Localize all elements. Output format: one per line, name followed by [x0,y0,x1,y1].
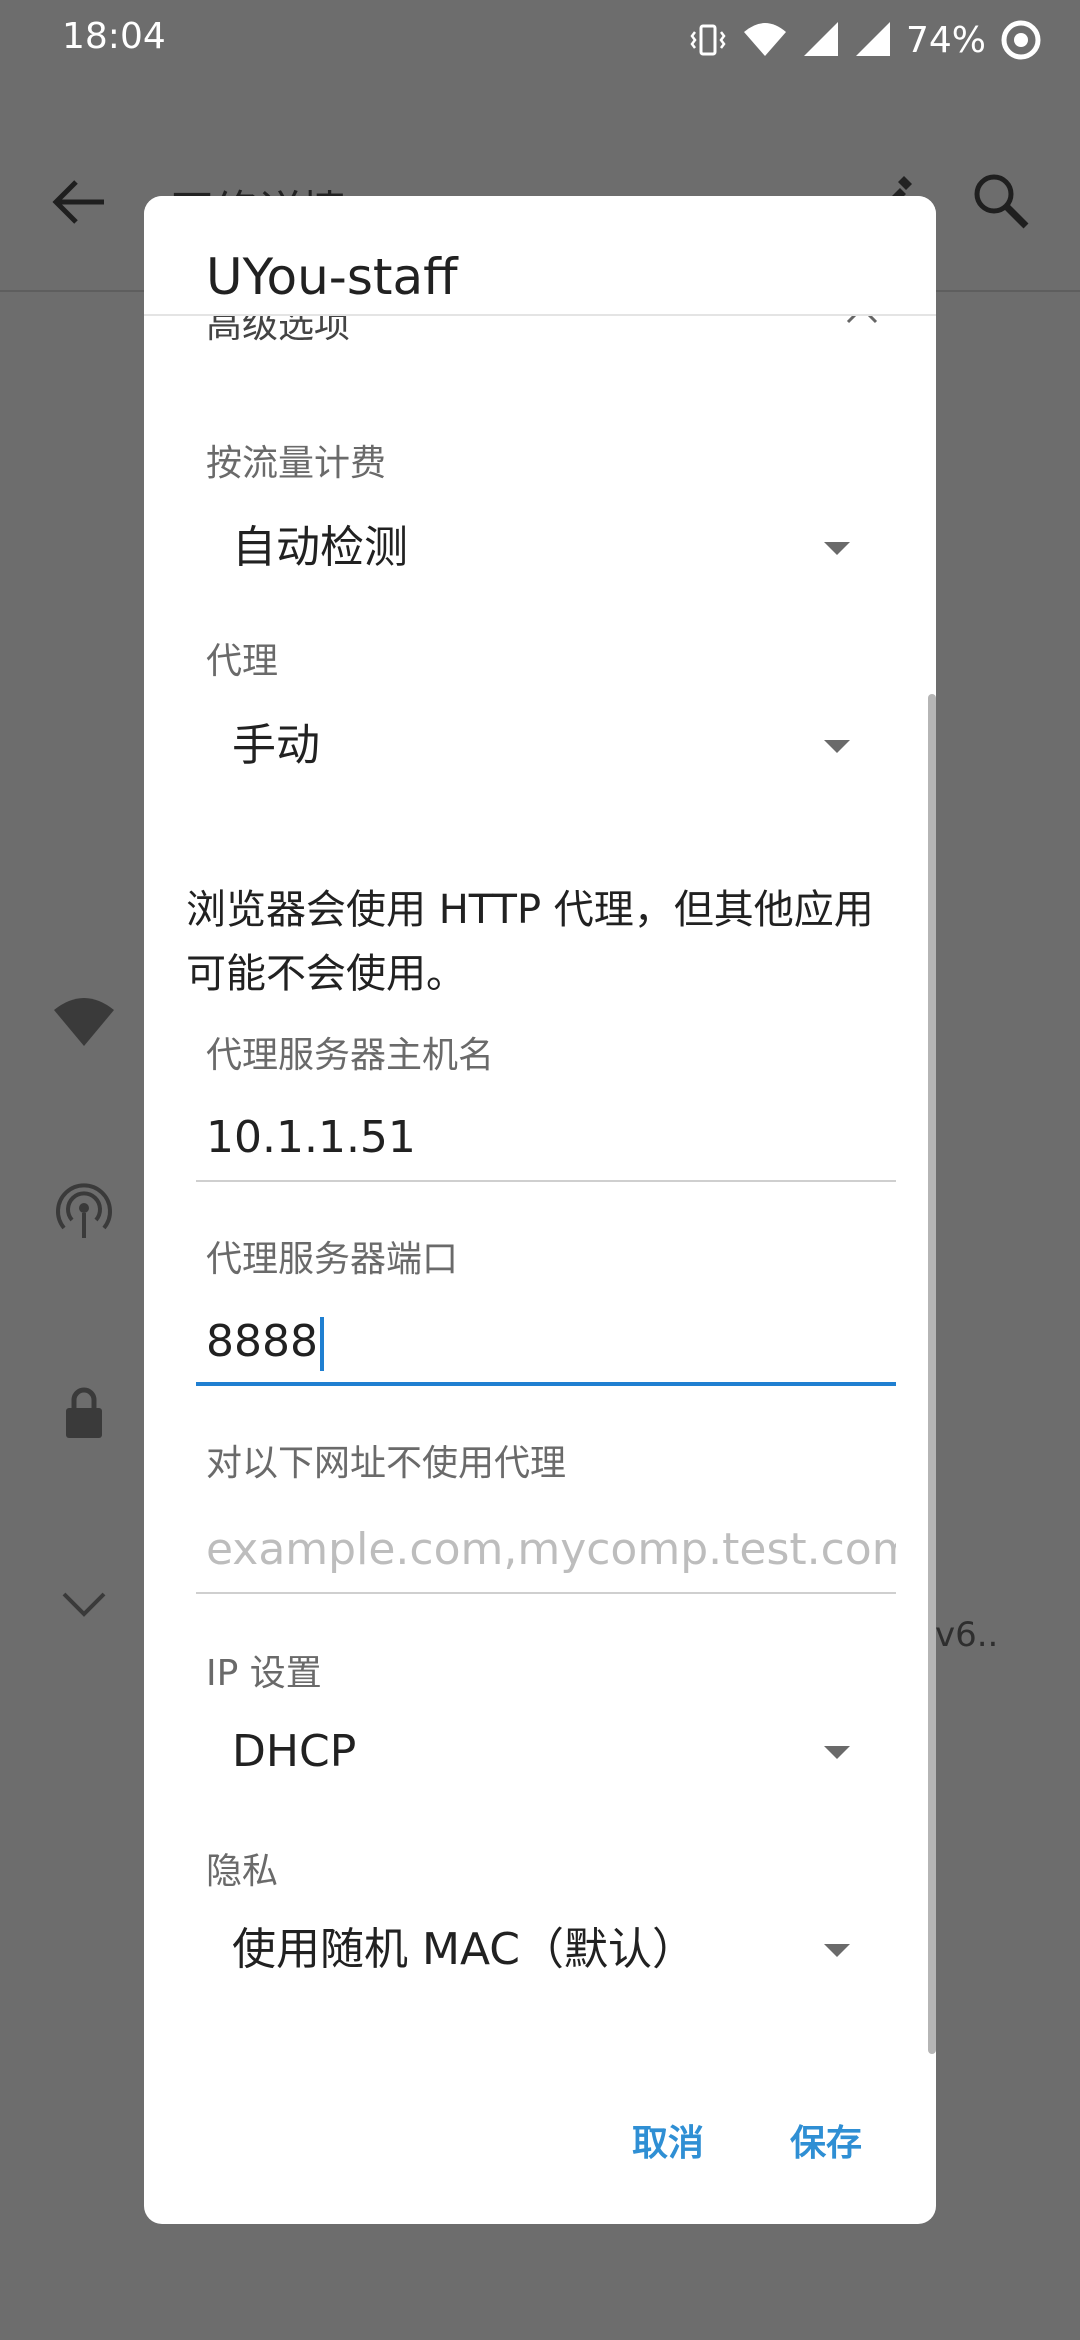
proxy-note: 浏览器会使用 HTTP 代理，但其他应用可能不会使用。 [186,887,874,997]
wifi-icon [54,998,114,1046]
port-underline [196,1382,896,1386]
metered-value: 自动检测 [232,522,408,573]
proxy-dropdown[interactable]: 手动 [232,706,872,786]
hostname-value: 10.1.1.51 [206,1112,416,1163]
hostname-label: 代理服务器主机名 [206,1035,495,1076]
metered-dropdown[interactable]: 自动检测 [232,508,872,588]
cancel-button[interactable]: 取消 [632,2114,704,2166]
port-value: 8888 [206,1316,318,1367]
bypass-input[interactable]: example.com,mycomp.test.com,l [196,1516,896,1594]
privacy-value: 使用随机 MAC（默认） [232,1924,696,1975]
proxy-label: 代理 [206,641,279,682]
hostname-input[interactable]: 10.1.1.51 [196,1104,896,1182]
dialog-title: UYou-staff [206,248,458,306]
save-button[interactable]: 保存 [790,2114,862,2166]
privacy-dropdown[interactable]: 使用随机 MAC（默认） [232,1910,872,1990]
privacy-label: 隐私 [206,1851,279,1892]
chevron-down-icon[interactable] [52,1572,116,1636]
lock-icon [66,1387,102,1438]
ip-settings-label: IP 设置 [206,1653,322,1694]
vibrate-icon [690,24,726,56]
battery-ring-icon [1001,20,1041,60]
signal-icon [803,22,838,56]
search-icon[interactable] [968,168,1032,232]
broadcast-icon [56,1183,112,1238]
port-label: 代理服务器端口 [206,1239,459,1280]
dropdown-arrow-icon [824,740,850,753]
text-caret [319,1317,324,1371]
hostname-underline [196,1180,896,1182]
status-bar: 18:04 74% [0,0,1080,80]
bypass-label: 对以下网址不使用代理 [206,1443,567,1484]
title-divider [144,314,936,316]
dropdown-arrow-icon [824,1746,850,1759]
bypass-placeholder: example.com,mycomp.test.com,l [206,1524,896,1575]
network-dialog: 高级选项 UYou-staff 按流量计费 自动检测 代理 手动 浏览器会使用 … [144,196,936,2224]
battery-percent: 74% [905,19,986,61]
status-icons: 74% [688,12,1042,68]
scrollbar[interactable] [928,694,936,2054]
ip-settings-dropdown[interactable]: DHCP [232,1712,872,1792]
wifi-icon [743,23,786,56]
status-time: 18:04 [62,16,166,57]
ip-settings-value: DHCP [232,1726,357,1777]
signal-icon [855,22,890,56]
metered-label: 按流量计费 [206,443,387,484]
dropdown-arrow-icon [824,1944,850,1957]
dropdown-arrow-icon [824,542,850,555]
bypass-underline [196,1592,896,1594]
port-input[interactable]: 8888 [196,1308,896,1386]
background-partial-text: v6.. [935,1615,999,1655]
back-arrow-icon[interactable] [48,170,112,234]
proxy-value: 手动 [232,720,320,771]
